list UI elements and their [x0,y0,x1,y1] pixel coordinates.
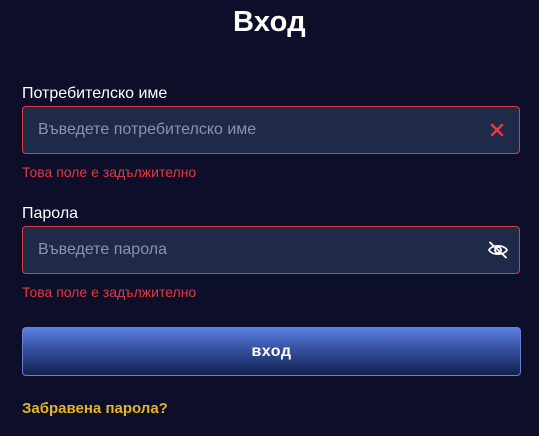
login-button[interactable]: вход [22,327,521,376]
username-label: Потребителско име [22,85,168,102]
password-input[interactable] [23,227,463,273]
password-field-container [22,226,520,274]
forgot-password-link[interactable]: Забравена парола? [22,399,168,419]
username-input[interactable] [23,107,463,153]
eye-slash-icon[interactable] [487,240,509,260]
password-label: Парола [22,205,79,222]
clear-x-icon[interactable] [487,120,507,140]
password-error: Това поле е задължително [22,284,197,300]
page-title: Вход [233,6,306,38]
login-page: Вход Потребителско име Това поле е задъл… [0,0,539,436]
username-field-container [22,106,520,154]
username-error: Това поле е задължително [22,164,197,180]
